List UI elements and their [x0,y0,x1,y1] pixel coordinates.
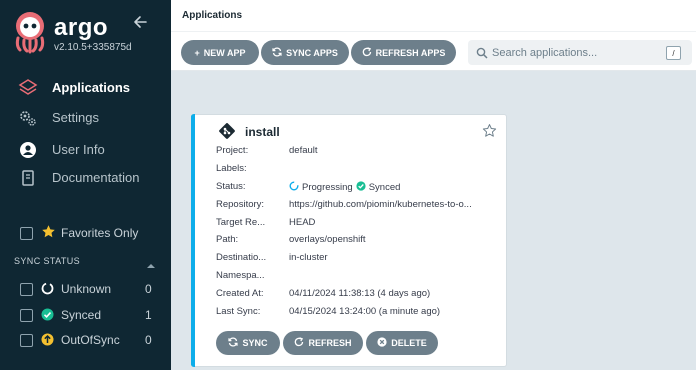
filter-count: 1 [145,308,152,322]
gears-icon [18,108,38,128]
nav-item-applications[interactable]: Applications [0,74,171,100]
star-icon [41,224,56,244]
filter-label: Unknown [61,282,112,296]
field-path: Path: overlays/openshift [216,234,506,248]
refresh-label: REFRESH [308,338,352,348]
field-created-at: Created At: 04/11/2024 11:38:13 (4 days … [216,288,506,302]
argo-logo [12,10,48,54]
refresh-apps-button[interactable]: REFRESH APPS [351,40,456,65]
sidebar: argo v2.10.5+335875d Applications Settin… [0,0,171,370]
nav-label: Applications [52,79,131,95]
field-value: 04/11/2024 11:38:13 (4 days ago) [289,288,431,299]
field-labels: Labels: [216,163,506,177]
plus-icon: + [194,47,200,58]
field-value: overlays/openshift [289,234,366,245]
nav-label: User Info [52,141,105,157]
filter-synced[interactable]: Synced 1 [0,305,171,325]
favorites-checkbox[interactable] [20,227,33,240]
field-key: Repository: [216,199,265,210]
field-status: Status: Progressing Synced [216,181,506,195]
field-key: Created At: [216,288,264,299]
field-value: in-cluster [289,252,328,263]
favorites-label: Favorites Only [61,226,139,240]
field-namespace: Namespa... [216,270,506,284]
new-app-label: NEW APP [203,47,246,58]
field-project: Project: default [216,145,506,159]
field-key: Project: [216,145,249,156]
collapse-sidebar-arrow-icon[interactable] [132,14,150,32]
field-key: Status: [216,181,246,192]
nav-item-user-info[interactable]: User Info [0,136,171,162]
sync-status-heading: SYNC STATUS [14,256,81,266]
sync-apps-label: SYNC APPS [286,47,338,58]
filter-count: 0 [145,333,152,347]
sync-icon [228,337,239,349]
refresh-button[interactable]: REFRESH [283,331,363,355]
nav-item-settings[interactable]: Settings [0,104,171,130]
outofsync-arrow-icon [41,333,54,346]
app-name[interactable]: install [245,125,280,139]
sync-icon [272,46,282,59]
filter-checkbox[interactable] [20,334,33,347]
favorite-star-icon[interactable] [482,123,497,143]
filter-checkbox[interactable] [20,283,33,296]
version-label: v2.10.5+335875d [54,42,132,53]
nav-label: Settings [52,109,99,125]
divider [171,31,696,32]
field-key: Namespa... [216,270,265,281]
field-value: HEAD [289,217,316,228]
filter-unknown[interactable]: Unknown 0 [0,279,171,299]
synced-check-icon [41,308,54,321]
filter-checkbox[interactable] [20,309,33,322]
new-app-button[interactable]: + NEW APP [181,40,259,65]
field-value: default [289,145,318,156]
progressing-icon [289,181,299,194]
repository-link[interactable]: https://github.com/piomin/kubernetes-to-… [289,199,472,210]
sync-button[interactable]: SYNC [216,331,280,355]
favorites-only-toggle[interactable]: Favorites Only [0,223,171,243]
status-values: Progressing Synced [289,181,400,194]
field-repository: Repository: https://github.com/piomin/ku… [216,199,506,213]
delete-label: DELETE [391,338,427,348]
search-input[interactable] [492,44,662,61]
layers-icon [18,78,38,98]
delete-button[interactable]: DELETE [366,331,438,355]
synced-check-icon [356,181,366,194]
search-icon [476,46,488,64]
field-value: 04/15/2024 13:24:00 (a minute ago) [289,306,441,317]
sync-apps-button[interactable]: SYNC APPS [261,40,349,65]
refresh-icon [362,46,372,59]
refresh-icon [294,337,304,349]
field-key: Path: [216,234,239,245]
page-title: Applications [182,10,243,21]
nav-label: Documentation [52,169,140,185]
field-key: Target Re... [216,217,266,228]
caret-up-icon[interactable] [146,257,156,275]
brand-name: argo [54,14,109,41]
filter-count: 0 [145,282,152,296]
top-bar: Applications + NEW APP SYNC APPS REFRESH… [171,0,696,71]
sync-status: Synced [368,182,401,193]
field-last-sync: Last Sync: 04/15/2024 13:24:00 (a minute… [216,306,506,320]
nav-item-documentation[interactable]: Documentation [0,164,171,190]
filter-label: OutOfSync [61,333,120,347]
filter-outofsync[interactable]: OutOfSync 0 [0,330,171,350]
unknown-circle-icon [41,282,54,295]
health-status: Progressing [302,182,353,193]
field-key: Destinatio... [216,252,267,263]
sync-label: SYNC [242,338,268,348]
refresh-apps-label: REFRESH APPS [375,47,446,58]
keyboard-shortcut-hint: / [666,46,681,60]
user-icon [18,140,38,160]
field-target-revision: Target Re... HEAD [216,217,506,231]
book-icon [18,168,38,188]
delete-x-icon [377,337,387,349]
filter-label: Synced [61,308,102,322]
search-box: / [468,40,692,65]
card-status-stripe [191,114,195,367]
field-key: Last Sync: [216,306,261,317]
field-destination: Destinatio... in-cluster [216,252,506,266]
field-key: Labels: [216,163,247,174]
git-icon [218,122,236,145]
